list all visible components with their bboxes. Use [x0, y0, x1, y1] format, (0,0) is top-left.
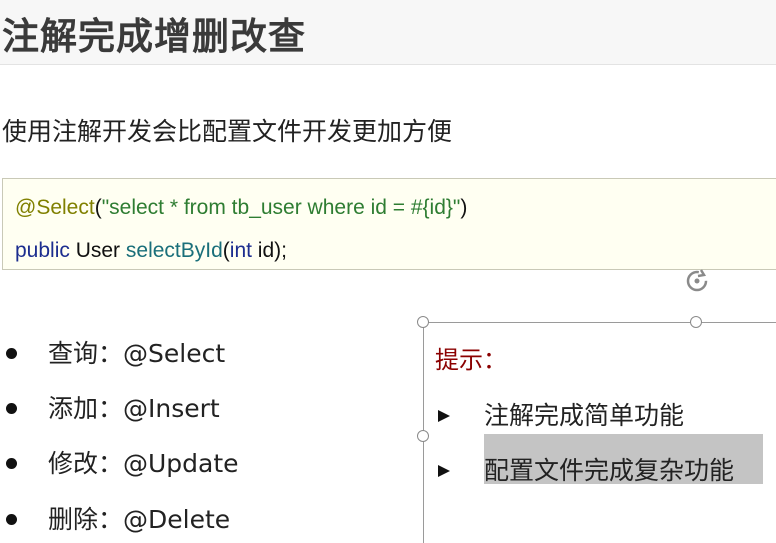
bullet-dot — [6, 458, 17, 469]
code-line-2: public User selectById(int id); — [15, 239, 287, 263]
bullet-label: 添加：@Insert — [48, 394, 220, 423]
code-paren-close: ) — [460, 196, 468, 219]
resize-handle-top-left[interactable] — [417, 316, 429, 328]
title-bar: 注解完成增删改查 — [0, 0, 776, 65]
code-keyword-public: public — [15, 239, 70, 262]
code-line-1: @Select("select * from tb_user where id … — [15, 196, 467, 220]
arrow-bullet-icon — [438, 410, 450, 422]
bullet-item-delete: 删除：@Delete — [0, 500, 300, 540]
code-paren: ( — [222, 239, 230, 262]
code-type: User — [69, 239, 126, 262]
bullet-label: 查询：@Select — [48, 339, 226, 368]
resize-handle-top-middle[interactable] — [690, 316, 702, 328]
tip-item-label: 配置文件完成复杂功能 — [484, 456, 735, 485]
slide-title: 注解完成增删改查 — [2, 15, 306, 58]
bullet-label: 修改：@Update — [48, 449, 239, 478]
rotate-handle-icon[interactable] — [684, 268, 710, 294]
code-keyword-int: int — [229, 239, 252, 262]
code-block: @Select("select * from tb_user where id … — [2, 178, 776, 270]
code-string: "select * from tb_user where id = #{id}" — [101, 196, 461, 219]
arrow-bullet-icon — [438, 465, 450, 477]
resize-handle-left-middle[interactable] — [417, 430, 429, 442]
slide-subtitle: 使用注解开发会比配置文件开发更加方便 — [2, 117, 453, 146]
bullet-dot — [6, 403, 17, 414]
tip-item-label: 注解完成简单功能 — [484, 401, 685, 430]
code-method: selectById — [125, 239, 223, 262]
bullet-label: 删除：@Delete — [48, 505, 231, 534]
bullet-item-insert: 添加：@Insert — [0, 389, 300, 429]
code-rest: id); — [251, 239, 287, 262]
bullet-dot — [6, 348, 17, 359]
bullet-dot — [6, 514, 17, 525]
tip-title: 提示： — [435, 346, 507, 374]
bullet-item-select: 查询：@Select — [0, 334, 300, 374]
code-paren-open: ( — [94, 196, 102, 219]
bullet-item-update: 修改：@Update — [0, 444, 300, 484]
code-annotation: @Select — [15, 196, 95, 219]
